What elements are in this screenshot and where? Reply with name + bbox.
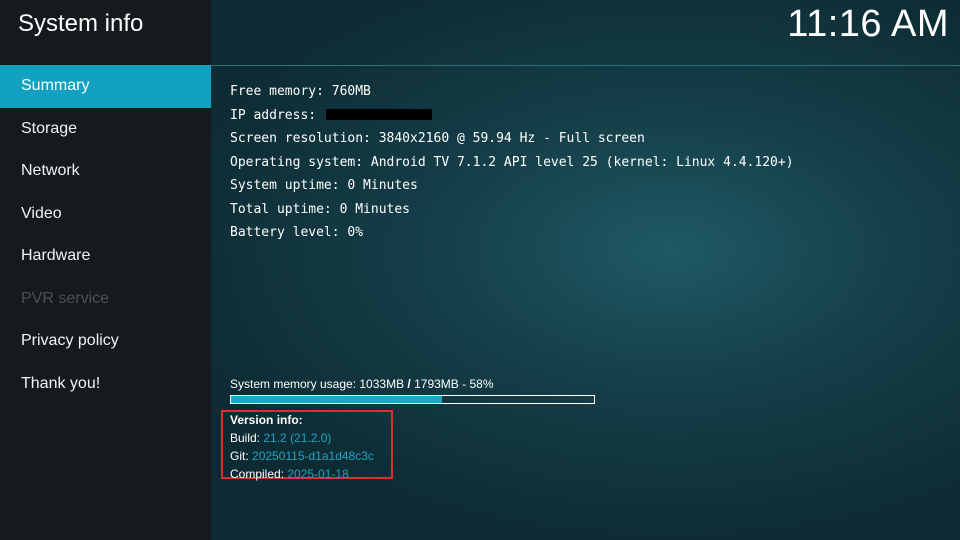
memory-usage-suffix: 1793MB - 58% bbox=[414, 377, 494, 391]
sidebar-item-thank-you[interactable]: Thank you! bbox=[0, 363, 211, 406]
version-info-title: Version info: bbox=[230, 413, 303, 427]
git-value: 20250115-d1a1d48c3c bbox=[252, 449, 374, 463]
ip-address-line: IP address: bbox=[230, 104, 794, 128]
sidebar-item-pvr-service: PVR service bbox=[21, 289, 110, 307]
system-uptime-line: System uptime: 0 Minutes bbox=[230, 178, 418, 193]
memory-usage-separator: / bbox=[407, 377, 411, 391]
summary-info: Free memory: 760MB IP address: Screen re… bbox=[230, 80, 794, 245]
redacted-ip-address bbox=[325, 108, 432, 120]
build-value: 21.2 (21.2.0) bbox=[263, 431, 332, 445]
version-info: Version info: Build: 21.2 (21.2.0) Git: … bbox=[230, 411, 374, 483]
build-row: Build: 21.2 (21.2.0) bbox=[230, 429, 374, 447]
clock: 11:16 AM bbox=[787, 3, 949, 45]
sidebar-item-video[interactable]: Video bbox=[0, 193, 211, 236]
git-label: Git: bbox=[230, 449, 249, 463]
battery-level-line: Battery level: 0% bbox=[230, 225, 364, 240]
total-uptime-line: Total uptime: 0 Minutes bbox=[230, 201, 411, 217]
system-info-screen: System info 11:16 AM Summary Storage Net… bbox=[0, 0, 960, 540]
memory-usage-bar bbox=[230, 395, 595, 404]
sidebar-item-privacy-policy[interactable]: Privacy policy bbox=[0, 320, 211, 363]
build-label: Build: bbox=[230, 431, 261, 445]
memory-usage-fill bbox=[231, 396, 442, 403]
git-row: Git: 20250115-d1a1d48c3c bbox=[230, 447, 374, 465]
ip-address-label: IP address: bbox=[230, 107, 317, 123]
page-title: System info bbox=[18, 10, 144, 37]
sidebar-item-hardware[interactable]: Hardware bbox=[0, 235, 211, 278]
sidebar-item-network[interactable]: Network bbox=[0, 150, 211, 193]
memory-usage-text: System memory usage: 1033MB / 1793MB - 5… bbox=[230, 377, 494, 391]
screen-resolution-line: Screen resolution: 3840x2160 @ 59.94 Hz … bbox=[230, 131, 645, 146]
operating-system-line: Operating system: Android TV 7.1.2 API l… bbox=[230, 154, 794, 170]
free-memory-line: Free memory: 760MB bbox=[230, 84, 371, 99]
header-divider bbox=[211, 65, 960, 66]
memory-usage-prefix: System memory usage: 1033MB bbox=[230, 377, 405, 391]
compiled-row: Compiled: 2025-01-18 bbox=[230, 465, 374, 483]
sidebar-menu: Summary Storage Network Video Hardware P… bbox=[0, 65, 211, 405]
compiled-value: 2025-01-18 bbox=[287, 467, 349, 481]
sidebar-item-summary[interactable]: Summary bbox=[0, 65, 211, 108]
sidebar-item-storage[interactable]: Storage bbox=[0, 108, 211, 151]
compiled-label: Compiled: bbox=[230, 467, 285, 481]
